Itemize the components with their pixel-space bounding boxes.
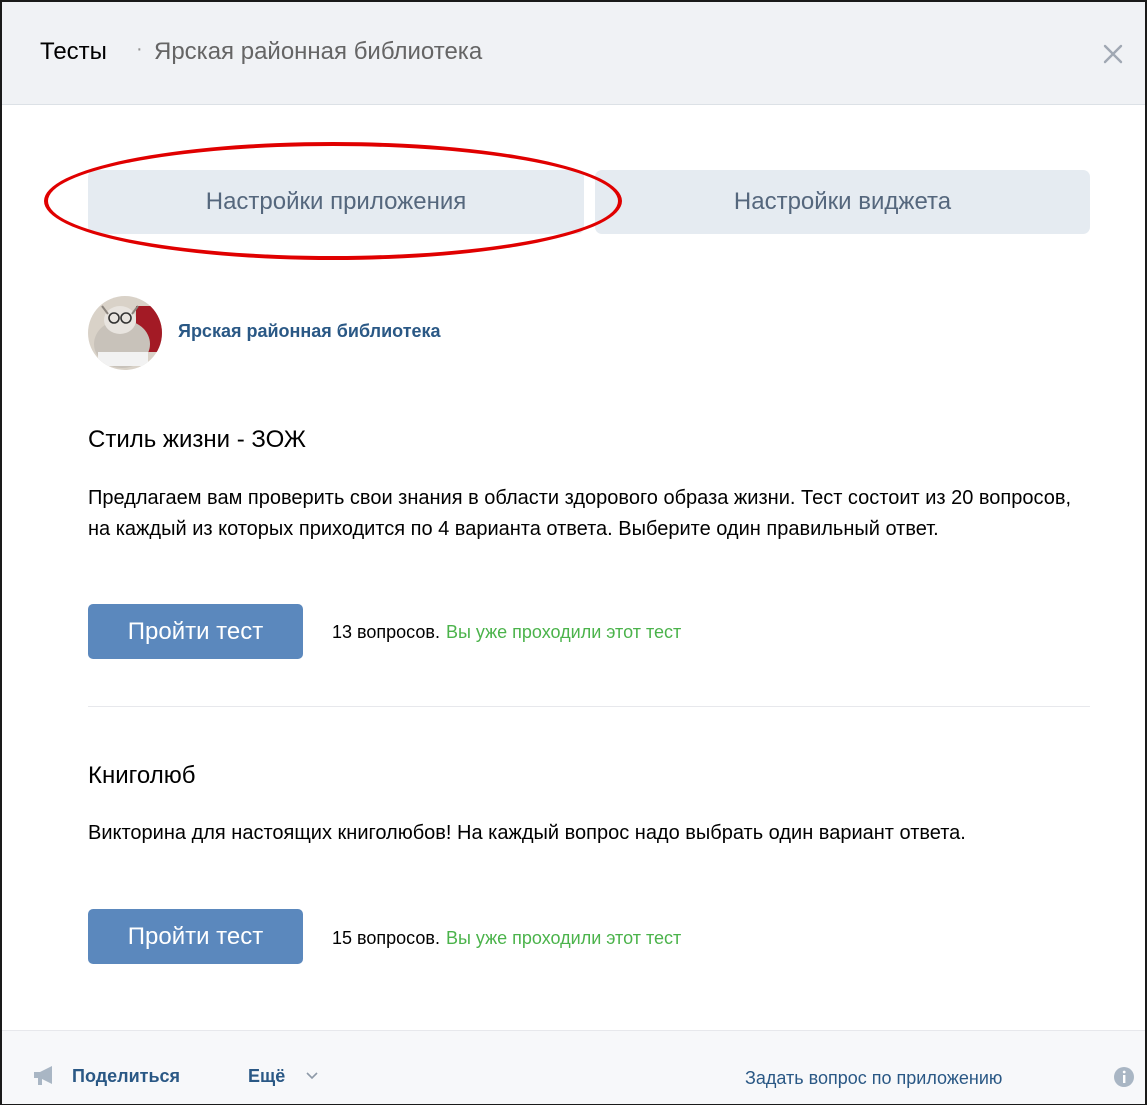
question-count: 15 вопросов. — [332, 928, 440, 948]
test-meta: 15 вопросов. Вы уже проходили этот тест — [332, 928, 681, 949]
share-button[interactable]: Поделиться — [72, 1066, 180, 1087]
window-title: Тесты — [40, 38, 107, 65]
title-separator: · — [136, 38, 143, 60]
window-header: Тесты · Ярская районная библиотека — [2, 2, 1145, 105]
chevron-down-icon[interactable] — [305, 1070, 319, 1080]
megaphone-icon[interactable] — [32, 1064, 62, 1086]
avatar[interactable] — [88, 296, 162, 370]
test-description: Предлагаем вам проверить свои знания в о… — [88, 487, 1072, 540]
window-subtitle[interactable]: Ярская районная библиотека — [154, 38, 482, 66]
take-test-button[interactable]: Пройти тест — [88, 909, 303, 964]
test-status: Вы уже проходили этот тест — [445, 928, 682, 948]
close-icon[interactable] — [1101, 42, 1125, 66]
test-title: Книголюб — [88, 762, 196, 789]
app-window: Тесты · Ярская районная библиотека Настр… — [0, 0, 1147, 1105]
test-meta: 13 вопросов. Вы уже проходили этот тест — [332, 622, 681, 643]
group-name-link[interactable]: Ярская районная библиотека — [178, 321, 441, 342]
cat-avatar-icon — [88, 296, 162, 370]
tab-app-settings[interactable]: Настройки приложения — [88, 170, 584, 234]
test-status: Вы уже проходили этот тест — [445, 622, 682, 642]
more-button[interactable]: Ещё — [248, 1066, 285, 1087]
ask-question-link[interactable]: Задать вопрос по приложению — [745, 1068, 1002, 1089]
divider — [88, 706, 1090, 707]
info-icon[interactable] — [1113, 1066, 1135, 1088]
question-count: 13 вопросов. — [332, 622, 440, 642]
tab-app-settings-label: Настройки приложения — [205, 188, 467, 215]
test-description: Викторина для настоящих книголюбов! На к… — [88, 822, 966, 844]
take-test-button[interactable]: Пройти тест — [88, 604, 303, 659]
test-title: Стиль жизни - ЗОЖ — [88, 426, 306, 453]
tab-widget-settings-label: Настройки виджета — [733, 188, 952, 215]
tab-widget-settings[interactable]: Настройки виджета — [595, 170, 1090, 234]
